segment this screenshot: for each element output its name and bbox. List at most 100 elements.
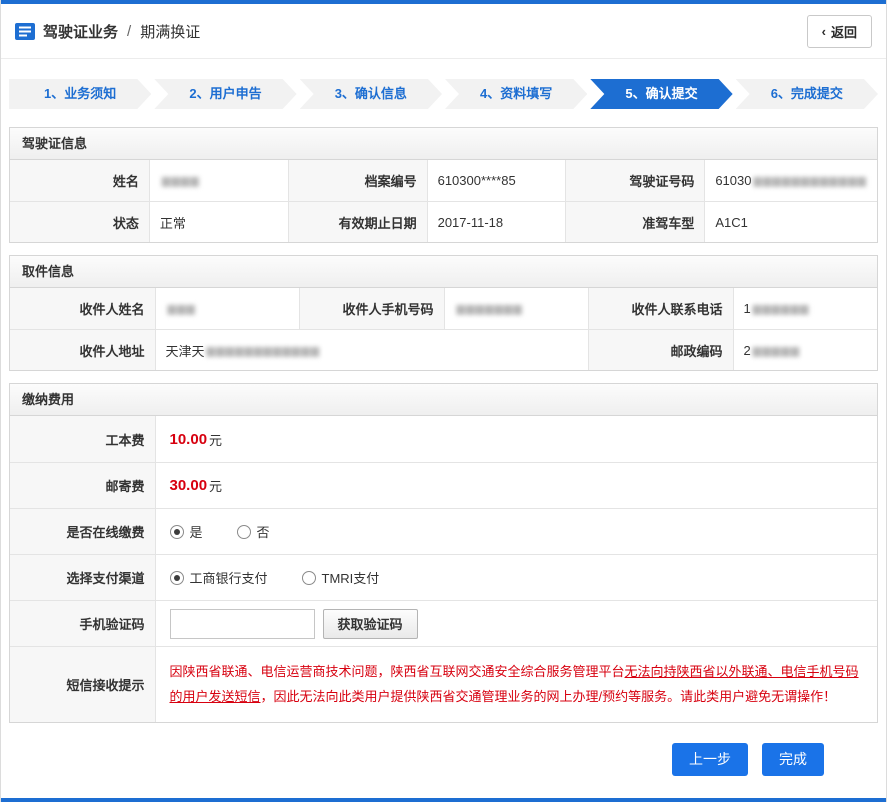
sms-notice-label: 短信接收提示 — [10, 646, 155, 722]
section-license-info: 驾驶证信息 姓名 ▆▆▆▆ 档案编号 610300****85 驾驶证号码 61… — [9, 127, 878, 243]
step-1-business-notice[interactable]: 1、业务须知 — [9, 79, 151, 109]
previous-step-button[interactable]: 上一步 — [672, 742, 748, 776]
file-number-label: 档案编号 — [287, 160, 427, 201]
page: 驾驶证业务 / 期满换证 ‹ 返回 1、业务须知 2、用户申告 3、确认信息 4… — [0, 0, 887, 802]
redacted-name: ▆▆▆▆ — [161, 175, 200, 187]
postcode-prefix: 2 — [743, 342, 751, 358]
radio-dot-icon — [236, 524, 251, 539]
recipient-address-prefix: 天津天 — [165, 343, 205, 359]
postage-fee-amount: 30.00 — [169, 477, 208, 494]
sms-code-label: 手机验证码 — [10, 600, 155, 646]
payment-channel-options: 工商银行支付 TMRI支付 — [154, 554, 877, 600]
step-nav: 1、业务须知 2、用户申告 3、确认信息 4、资料填写 5、确认提交 6、完成提… — [1, 59, 886, 115]
back-button[interactable]: ‹ 返回 — [806, 15, 872, 48]
header: 驾驶证业务 / 期满换证 ‹ 返回 — [1, 4, 886, 59]
recipient-name-value: ▆▆▆ — [154, 288, 299, 329]
recipient-mobile-value: ▆▆▆▆▆▆▆ — [443, 288, 588, 329]
postage-fee-label: 邮寄费 — [10, 462, 155, 508]
radio-dot-icon — [169, 524, 184, 539]
radio-online-no[interactable]: 否 — [236, 522, 270, 541]
sms-notice-text: 因陕西省联通、电信运营商技术问题，陕西省互联网交通安全综合服务管理平台无法向持陕… — [170, 659, 864, 710]
step-3-confirm-info[interactable]: 3、确认信息 — [300, 79, 442, 109]
redacted-recipient-mobile: ▆▆▆▆▆▆▆ — [456, 303, 523, 315]
page-subtitle: 期满换证 — [140, 24, 201, 41]
radio-channel-tmri[interactable]: TMRI支付 — [301, 568, 380, 587]
step-label: 5、确认提交 — [625, 86, 698, 101]
recipient-phone-prefix: 1 — [743, 301, 751, 316]
cost-fee-value: 10.00 元 — [154, 416, 877, 462]
radio-dot-icon — [169, 570, 184, 585]
postcode-label: 邮政编码 — [588, 329, 733, 370]
section-title-pickup: 取件信息 — [10, 256, 877, 288]
recipient-name-label: 收件人姓名 — [10, 288, 155, 329]
name-label: 姓名 — [10, 160, 149, 201]
breadcrumb: 驾驶证业务 / 期满换证 — [15, 21, 200, 42]
license-number-prefix: 61030 — [715, 173, 752, 188]
step-label: 3、确认信息 — [334, 86, 407, 101]
status-value: 正常 — [148, 201, 288, 242]
vehicle-class-value: A1C1 — [704, 201, 877, 242]
title-separator: / — [127, 23, 132, 40]
document-list-icon — [15, 23, 35, 40]
step-label: 2、用户申告 — [189, 86, 262, 101]
section-fees: 缴纳费用 工本费 10.00 元 邮寄费 30.00 元 是否在线缴费 是 否 … — [9, 383, 878, 723]
section-title-fees: 缴纳费用 — [10, 384, 877, 416]
pickup-info-table: 收件人姓名 ▆▆▆ 收件人手机号码 ▆▆▆▆▆▆▆ 收件人联系电话 1 ▆▆▆▆▆… — [10, 288, 877, 370]
back-label: 返回 — [830, 25, 857, 40]
page-title: 驾驶证业务 — [43, 24, 119, 41]
redacted-license-number: ▆▆▆▆▆▆▆▆▆▆▆▆ — [753, 175, 867, 187]
step-6-complete-submit[interactable]: 6、完成提交 — [736, 79, 878, 109]
sms-notice-cell: 因陕西省联通、电信运营商技术问题，陕西省互联网交通安全综合服务管理平台无法向持陕… — [154, 646, 877, 722]
cost-fee-unit: 元 — [209, 432, 223, 448]
payment-channel-label: 选择支付渠道 — [10, 554, 155, 600]
postage-fee-value: 30.00 元 — [154, 462, 877, 508]
license-number-label: 驾驶证号码 — [565, 160, 705, 201]
name-value: ▆▆▆▆ — [148, 160, 288, 201]
radio-dot-icon — [301, 570, 316, 585]
step-2-user-declaration[interactable]: 2、用户申告 — [154, 79, 296, 109]
section-title-license: 驾驶证信息 — [10, 128, 877, 160]
radio-channel-tmri-label: TMRI支付 — [321, 571, 380, 586]
vehicle-class-label: 准驾车型 — [565, 201, 705, 242]
redacted-recipient-address: ▆▆▆▆▆▆▆▆▆▆▆▆ — [206, 344, 321, 357]
footer-actions: 上一步 完成 — [1, 723, 886, 798]
recipient-address-value: 天津天 ▆▆▆▆▆▆▆▆▆▆▆▆ — [154, 329, 588, 370]
radio-channel-icbc[interactable]: 工商银行支付 — [169, 568, 268, 587]
step-5-confirm-submit[interactable]: 5、确认提交 — [590, 79, 732, 109]
expiry-date-label: 有效期止日期 — [287, 201, 427, 242]
online-payment-label: 是否在线缴费 — [10, 508, 155, 554]
expiry-date-value: 2017-11-18 — [426, 201, 566, 242]
fees-table: 工本费 10.00 元 邮寄费 30.00 元 是否在线缴费 是 否 选择支付渠… — [10, 416, 877, 722]
online-payment-options: 是 否 — [154, 508, 877, 554]
sms-code-row: 获取验证码 — [154, 600, 877, 646]
sms-notice-pre: 因陕西省联通、电信运营商技术问题，陕西省互联网交通安全综合服务管理平台 — [169, 664, 625, 679]
radio-online-no-label: 否 — [256, 525, 270, 540]
step-4-fill-info[interactable]: 4、资料填写 — [445, 79, 587, 109]
cost-fee-amount: 10.00 — [169, 430, 208, 448]
radio-online-yes-label: 是 — [189, 525, 203, 540]
recipient-phone-label: 收件人联系电话 — [588, 288, 733, 329]
sms-code-input[interactable] — [169, 608, 315, 639]
radio-channel-icbc-label: 工商银行支付 — [189, 571, 268, 586]
sms-notice-post: ，因此无法向此类用户提供陕西省交通管理业务的网上办理/预约等服务。请此类用户避免… — [260, 689, 837, 705]
bottom-accent-bar — [1, 797, 886, 802]
redacted-recipient-name: ▆▆▆ — [167, 303, 196, 315]
license-number-value: 61030 ▆▆▆▆▆▆▆▆▆▆▆▆ — [704, 160, 877, 201]
get-sms-code-button[interactable]: 获取验证码 — [322, 608, 418, 639]
postage-fee-unit: 元 — [209, 479, 223, 494]
radio-online-yes[interactable]: 是 — [169, 522, 203, 541]
postcode-value: 2 ▆▆▆▆▆ — [732, 329, 877, 370]
step-label: 4、资料填写 — [480, 86, 553, 101]
recipient-phone-value: 1 ▆▆▆▆▆▆ — [732, 288, 877, 329]
step-label: 1、业务须知 — [44, 86, 117, 101]
finish-button[interactable]: 完成 — [762, 742, 824, 776]
recipient-address-label: 收件人地址 — [10, 329, 155, 370]
file-number-value: 610300****85 — [426, 160, 566, 201]
section-pickup-info: 取件信息 收件人姓名 ▆▆▆ 收件人手机号码 ▆▆▆▆▆▆▆ 收件人联系电话 1… — [9, 255, 878, 371]
recipient-mobile-label: 收件人手机号码 — [299, 288, 444, 329]
step-label: 6、完成提交 — [770, 86, 843, 101]
cost-fee-label: 工本费 — [10, 416, 155, 462]
redacted-recipient-phone: ▆▆▆▆▆▆ — [752, 303, 810, 315]
chevron-left-icon: ‹ — [821, 24, 826, 39]
license-info-table: 姓名 ▆▆▆▆ 档案编号 610300****85 驾驶证号码 61030 ▆▆▆… — [10, 160, 877, 242]
